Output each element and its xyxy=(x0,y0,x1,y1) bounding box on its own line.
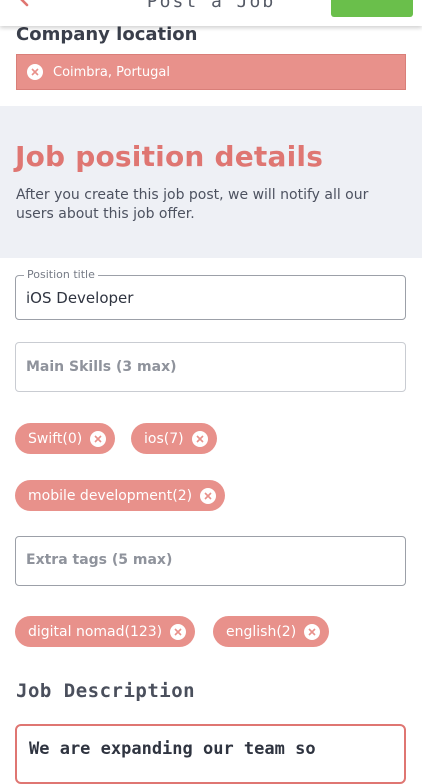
remove-tag-icon[interactable] xyxy=(191,430,208,447)
remove-tag-icon[interactable] xyxy=(200,487,217,504)
skill-tag-label: Swift(0) xyxy=(28,430,83,447)
top-app-bar: Post a Job xyxy=(0,0,422,26)
extra-tag[interactable]: digital nomad(123) xyxy=(15,616,196,647)
skill-tag-label: mobile development(2) xyxy=(28,487,193,504)
extra-tag[interactable]: english(2) xyxy=(213,616,330,647)
location-value: Coimbra, Portugal xyxy=(53,64,170,80)
skill-tag[interactable]: Swift(0) xyxy=(15,423,116,454)
position-title-legend: Position title xyxy=(24,268,98,281)
remove-location-icon[interactable] xyxy=(27,64,43,80)
position-title-value: iOS Developer xyxy=(26,289,134,307)
location-chip[interactable]: Coimbra, Portugal xyxy=(16,54,406,90)
skill-tag-label: ios(7) xyxy=(144,430,184,447)
position-title-field[interactable]: Position title iOS Developer xyxy=(15,268,406,320)
main-skills-placeholder: Main Skills (3 max) xyxy=(26,359,177,375)
job-description-label: Job Description xyxy=(16,680,196,702)
skill-tag[interactable]: ios(7) xyxy=(131,423,217,454)
job-description-text: We are expanding our team so xyxy=(29,739,316,759)
section-description: After you create this job post, we will … xyxy=(16,187,369,222)
extra-tag-label: english(2) xyxy=(226,623,297,640)
remove-tag-icon[interactable] xyxy=(304,623,321,640)
remove-tag-icon[interactable] xyxy=(90,430,107,447)
main-skills-input[interactable]: Main Skills (3 max) xyxy=(15,342,406,392)
extra-tags-input[interactable]: Extra tags (5 max) xyxy=(15,536,406,586)
company-location-label: Company location xyxy=(16,24,198,45)
remove-tag-icon[interactable] xyxy=(170,623,187,640)
job-details-header-section: Job position details After you create th… xyxy=(0,106,422,258)
post-job-button[interactable] xyxy=(331,0,413,17)
skill-tag[interactable]: mobile development(2) xyxy=(15,480,226,511)
job-description-textarea[interactable]: We are expanding our team so xyxy=(15,724,406,784)
extra-tags-placeholder: Extra tags (5 max) xyxy=(26,552,173,568)
extra-tag-label: digital nomad(123) xyxy=(28,623,163,640)
section-title: Job position details xyxy=(15,140,324,173)
